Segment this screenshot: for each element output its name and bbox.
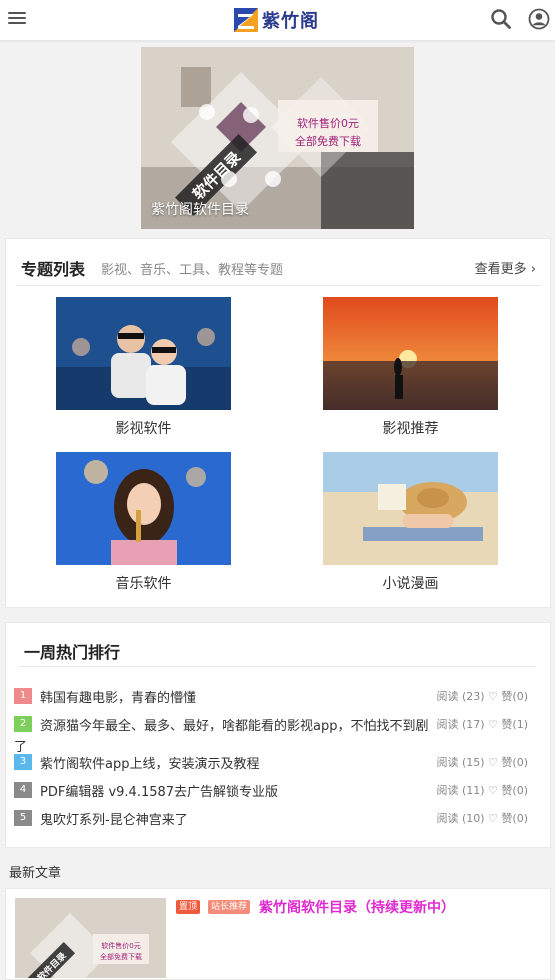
thumb-sign-line2: 全部免费下载 — [100, 952, 142, 961]
topic-thumb-movie-recommend — [323, 297, 498, 410]
rank-meta: 阅读 (23) ♡ 赞(0) — [436, 690, 528, 703]
topics-subtitle: 影视、音乐、工具、教程等专题 — [101, 263, 284, 278]
topic-label: 小说漫画 — [382, 576, 439, 592]
topic-label: 音乐软件 — [115, 576, 172, 592]
search-icon[interactable] — [490, 8, 512, 30]
rank-item-5[interactable]: 5 鬼吹灯系列-昆仑神宫来了 阅读 (10) ♡ 赞(0) — [14, 807, 528, 829]
rank-number: 2 — [14, 716, 32, 732]
chevron-right-icon: › — [530, 262, 536, 277]
banner-sign-line1: 软件售价0元 — [297, 116, 359, 130]
topic-card-music-software[interactable]: 音乐软件 — [56, 452, 231, 593]
hero-banner[interactable]: 软件售价0元 全部免费下载 软件目录 紫竹阁软件目录 — [141, 47, 414, 229]
rank-meta: 阅读 (10) ♡ 赞(0) — [436, 812, 528, 825]
pinned-badge: 置顶 — [176, 900, 201, 914]
topic-card-novel-comic[interactable]: 小说漫画 — [323, 452, 498, 593]
article-title-link[interactable]: 紫竹阁软件目录（持续更新中） — [259, 897, 455, 917]
topic-thumb-movie-software — [56, 297, 231, 410]
rank-title: 鬼吹灯系列-昆仑神宫来了 — [40, 813, 188, 828]
rank-item-1[interactable]: 1 韩国有趣电影，青春的懵懂 阅读 (23) ♡ 赞(0) — [14, 685, 528, 707]
rank-item-4[interactable]: 4 PDF编辑器 v9.4.1587去广告解锁专业版 阅读 (11) ♡ 赞(0… — [14, 779, 528, 801]
rank-title: PDF编辑器 v9.4.1587去广告解锁专业版 — [40, 785, 279, 800]
view-more-label: 查看更多 — [474, 262, 527, 277]
user-account-icon[interactable] — [528, 8, 550, 30]
hot-ranking-title: 一周热门排行 — [24, 643, 121, 662]
latest-articles-label: 最新文章 — [9, 866, 62, 881]
site-logo[interactable]: 紫竹阁 — [234, 6, 319, 34]
topics-divider — [16, 285, 540, 286]
rank-title: 韩国有趣电影，青春的懵懂 — [40, 691, 197, 706]
menu-icon[interactable] — [8, 9, 26, 29]
logo-mark-icon — [234, 8, 258, 32]
topic-card-movie-recommend[interactable]: 影视推荐 — [323, 297, 498, 438]
rank-item-2[interactable]: 2 资源猫今年最全、最多、最好，啥都能看的影视app，不怕找不到剧 阅读 (17… — [14, 713, 528, 735]
article-thumb[interactable]: 软件售价0元 全部免费下载 软件目录 — [15, 898, 166, 978]
topic-label: 影视软件 — [115, 421, 172, 437]
rank-title: 紫竹阁软件app上线，安装演示及教程 — [40, 757, 260, 772]
view-more-link[interactable]: 查看更多 › — [475, 258, 536, 277]
rank-number: 4 — [14, 782, 32, 798]
topic-card-movie-software[interactable]: 影视软件 — [56, 297, 231, 438]
rank-number: 5 — [14, 810, 32, 826]
rank-meta: 阅读 (11) ♡ 赞(0) — [436, 784, 528, 797]
recommended-badge: 站长推荐 — [208, 900, 251, 914]
logo-text: 紫竹阁 — [262, 11, 319, 32]
rank-number: 3 — [14, 754, 32, 770]
rank-meta: 阅读 (15) ♡ 赞(0) — [436, 756, 528, 769]
topic-label: 影视推荐 — [382, 421, 439, 437]
article-thumb-artwork: 软件售价0元 全部免费下载 软件目录 — [15, 898, 166, 978]
banner-caption: 紫竹阁软件目录 — [151, 202, 249, 218]
topics-card: 专题列表 影视、音乐、工具、教程等专题 查看更多 › 影视软件 影视推荐 音乐软… — [5, 238, 551, 608]
rank-meta: 阅读 (17) ♡ 赞(1) — [436, 718, 528, 731]
article-card[interactable]: 软件售价0元 全部免费下载 软件目录 置顶 站长推荐 紫竹阁软件目录（持续更新中… — [5, 888, 551, 980]
topic-thumb-music-software — [56, 452, 231, 565]
top-header: 紫竹阁 — [0, 0, 555, 41]
thumb-sign-line1: 软件售价0元 — [101, 941, 140, 950]
hot-ranking-divider — [20, 666, 536, 667]
banner-sign-line2: 全部免费下载 — [295, 134, 361, 148]
topic-thumb-novel-comic — [323, 452, 498, 565]
topics-title: 专题列表 — [21, 260, 86, 279]
rank-title: 资源猫今年最全、最多、最好，啥都能看的影视app，不怕找不到剧 — [40, 719, 429, 734]
rank-number: 1 — [14, 688, 32, 704]
rank-item-3[interactable]: 3 紫竹阁软件app上线，安装演示及教程 阅读 (15) ♡ 赞(0) — [14, 751, 528, 773]
